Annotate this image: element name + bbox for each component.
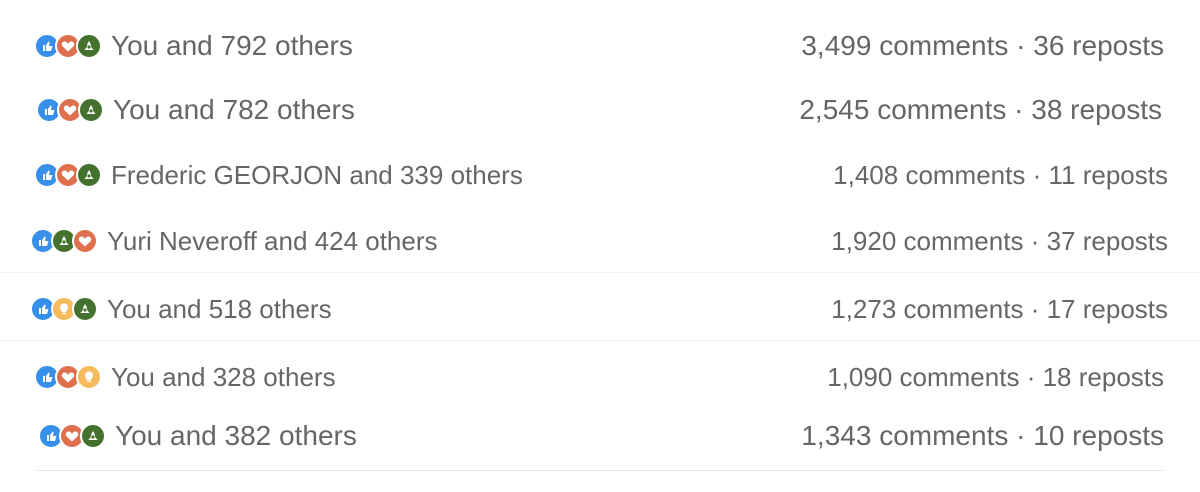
engagement-counts: 1,920 comments · 37 reposts (831, 226, 1168, 257)
reaction-icons[interactable] (30, 296, 98, 322)
comments-count-link[interactable]: 3,499 comments (801, 30, 1008, 61)
separator-dot: · (1016, 420, 1026, 451)
engagement-counts: 1,343 comments · 10 reposts (801, 420, 1164, 452)
celebrate-icon (76, 162, 102, 188)
love-icon (72, 228, 98, 254)
social-counts-row: You and 382 others 1,343 comments · 10 r… (0, 410, 1200, 462)
social-counts-row: Frederic GEORJON and 339 others 1,408 co… (0, 150, 1200, 200)
reaction-icons[interactable] (30, 228, 98, 254)
reactors-summary-link[interactable]: You and 518 others (107, 294, 332, 325)
engagement-counts: 1,090 comments · 18 reposts (827, 362, 1164, 393)
insight-icon (76, 364, 102, 390)
reaction-icons[interactable] (34, 364, 102, 390)
reaction-icons[interactable] (36, 97, 104, 123)
reaction-icons[interactable] (34, 33, 102, 59)
celebrate-icon (78, 97, 104, 123)
separator-dot: · (1030, 293, 1040, 324)
reposts-count-link[interactable]: 38 reposts (1031, 94, 1162, 125)
social-counts-row: You and 782 others 2,545 comments · 38 r… (0, 84, 1200, 136)
separator-dot: · (1026, 361, 1036, 392)
reactors-summary-link[interactable]: You and 782 others (113, 94, 355, 126)
separator-dot: · (1014, 94, 1024, 125)
engagement-counts: 2,545 comments · 38 reposts (799, 94, 1162, 126)
bottom-divider (36, 470, 1164, 471)
reactors-summary-link[interactable]: Yuri Neveroff and 424 others (107, 226, 438, 257)
celebrate-icon (80, 423, 106, 449)
reposts-count-link[interactable]: 37 reposts (1047, 226, 1168, 256)
comments-count-link[interactable]: 1,090 comments (827, 362, 1019, 392)
separator-dot: · (1032, 159, 1042, 190)
reaction-icons[interactable] (34, 162, 102, 188)
comments-count-link[interactable]: 2,545 comments (799, 94, 1006, 125)
social-counts-row: You and 792 others 3,499 comments · 36 r… (0, 20, 1200, 72)
reposts-count-link[interactable]: 10 reposts (1033, 420, 1164, 451)
reposts-count-link[interactable]: 17 reposts (1047, 294, 1168, 324)
engagement-counts: 1,273 comments · 17 reposts (831, 294, 1168, 325)
reposts-count-link[interactable]: 18 reposts (1043, 362, 1164, 392)
celebrate-icon (72, 296, 98, 322)
reposts-count-link[interactable]: 36 reposts (1033, 30, 1164, 61)
divider (0, 272, 1200, 273)
social-counts-row: Yuri Neveroff and 424 others 1,920 comme… (0, 216, 1200, 266)
comments-count-link[interactable]: 1,343 comments (801, 420, 1008, 451)
reposts-count-link[interactable]: 11 reposts (1049, 160, 1168, 190)
comments-count-link[interactable]: 1,408 comments (833, 160, 1025, 190)
comments-count-link[interactable]: 1,920 comments (831, 226, 1023, 256)
reactors-summary-link[interactable]: Frederic GEORJON and 339 others (111, 160, 523, 191)
divider (0, 340, 1200, 341)
comments-count-link[interactable]: 1,273 comments (831, 294, 1023, 324)
engagement-counts: 3,499 comments · 36 reposts (801, 30, 1164, 62)
reactors-summary-link[interactable]: You and 792 others (111, 30, 353, 62)
social-counts-row: You and 518 others 1,273 comments · 17 r… (0, 284, 1200, 334)
celebrate-icon (76, 33, 102, 59)
social-counts-row: You and 328 others 1,090 comments · 18 r… (0, 352, 1200, 402)
reactors-summary-link[interactable]: You and 382 others (115, 420, 357, 452)
separator-dot: · (1030, 225, 1040, 256)
reactors-summary-link[interactable]: You and 328 others (111, 362, 336, 393)
reaction-icons[interactable] (38, 423, 106, 449)
engagement-counts: 1,408 comments · 11 reposts (833, 160, 1168, 191)
separator-dot: · (1016, 30, 1026, 61)
